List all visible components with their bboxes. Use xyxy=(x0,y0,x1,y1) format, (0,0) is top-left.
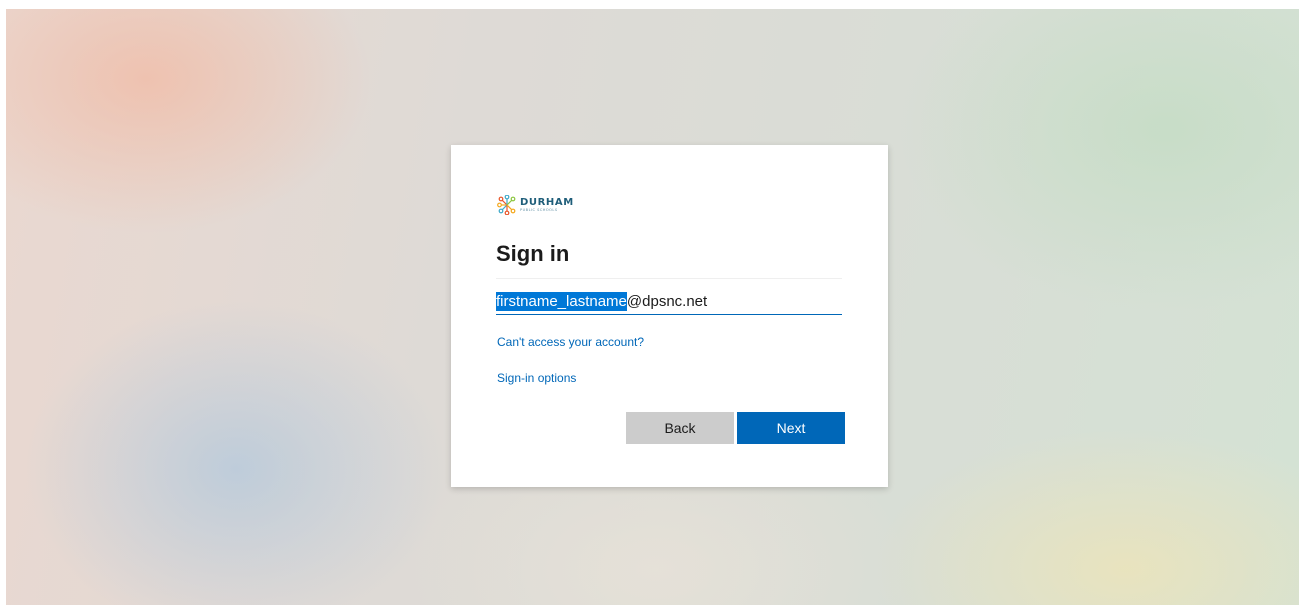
logo-wordmark: DURHAM PUBLIC SCHOOLS xyxy=(520,196,574,213)
title-divider xyxy=(496,278,842,279)
back-button[interactable]: Back xyxy=(626,412,734,444)
durham-starburst-icon xyxy=(497,195,516,215)
durham-public-schools-logo: DURHAM PUBLIC SCHOOLS xyxy=(497,194,574,216)
logo-name: DURHAM xyxy=(520,196,574,208)
signin-card: DURHAM PUBLIC SCHOOLS Sign in firstname_… xyxy=(451,145,888,487)
email-domain-text: @dpsnc.net xyxy=(626,292,708,310)
next-button[interactable]: Next xyxy=(737,412,845,444)
page-title: Sign in xyxy=(496,241,570,266)
email-field[interactable]: firstname_lastname @dpsnc.net xyxy=(496,288,842,315)
email-selected-text: firstname_lastname xyxy=(496,291,627,311)
logo-subtitle: PUBLIC SCHOOLS xyxy=(520,207,558,212)
signin-options-link[interactable]: Sign-in options xyxy=(497,371,576,385)
cant-access-account-link[interactable]: Can't access your account? xyxy=(497,335,644,349)
